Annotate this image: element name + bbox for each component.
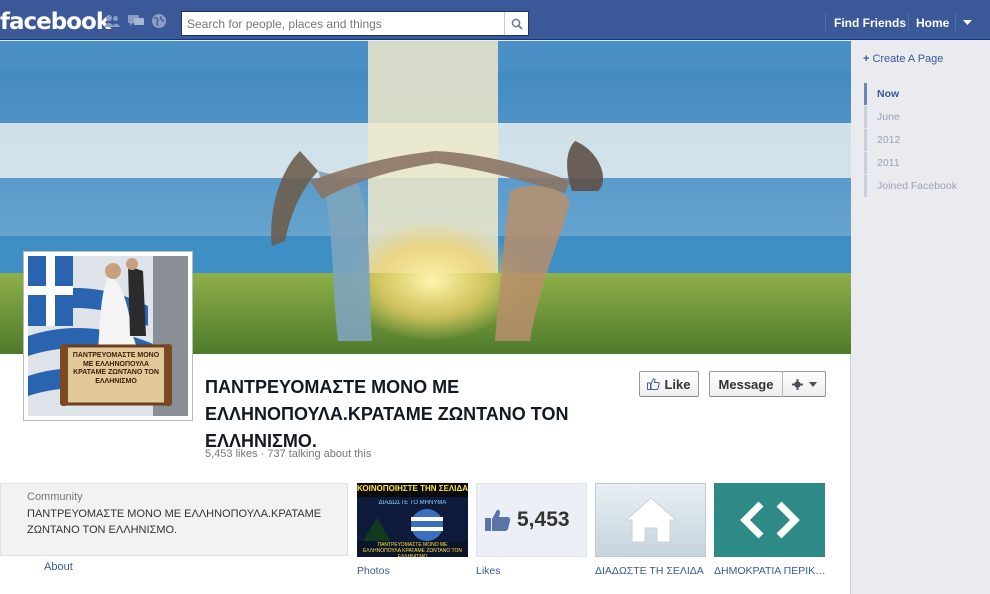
about-box: Community ΠΑΝΤΡΕΥΟΜΑΣΤΕ ΜΟΝΟ ΜΕ ΕΛΛΗΝΟΠΟ… (0, 483, 348, 556)
about-link[interactable]: About (44, 561, 73, 573)
nav-divider (825, 13, 826, 31)
photos-caption-text: ΠΑΝΤΡΕΥΟΜΑΣΤΕ ΜΟΝΟ ΜΕ ΕΛΛΗΝΟΠΟΥΛΑ ΚΡΑΤΑΜ… (362, 542, 463, 557)
home-icon (624, 497, 678, 543)
page-stats: 5,453 likes · 737 talking about this (205, 448, 372, 460)
facebook-logo[interactable]: facebook (0, 9, 111, 35)
top-bar: facebook Find Friends Home (0, 0, 990, 40)
search-input[interactable] (182, 12, 504, 35)
friend-requests-icon[interactable] (103, 14, 121, 28)
nav-divider (955, 13, 956, 31)
likes-tile[interactable]: 5,453 (476, 483, 587, 557)
share-page-app-label[interactable]: ΔΙΑΔΩΣΤΕ ΤΗ ΣΕΛΙΔΑ (595, 565, 704, 577)
message-button-label: Message (718, 376, 774, 392)
search-icon (511, 18, 523, 30)
gear-icon (791, 378, 803, 390)
likes-count: 5,453 (517, 508, 570, 531)
notifications-globe-icon[interactable] (151, 13, 167, 29)
settings-dropdown-button[interactable] (782, 371, 826, 397)
timeline-item-june[interactable]: June (864, 106, 984, 128)
search-button[interactable] (504, 12, 528, 35)
timeline-item-now[interactable]: Now (864, 83, 984, 105)
share-page-app-tile[interactable] (595, 483, 706, 557)
likes-label[interactable]: Likes (476, 565, 501, 577)
democracy-app-tile[interactable] (714, 483, 825, 557)
chevron-down-icon (808, 381, 817, 387)
profile-picture: ΠΑΝΤΡΕΥΟΜΑΣΤΕ ΜΟΝΟ ΜΕ ΕΛΛΗΝΟΠΟΥΛΑ ΚΡΑΤΑΜ… (28, 256, 188, 416)
home-link[interactable]: Home (916, 16, 949, 30)
page-title: ΠΑΝΤΡΕΥΟΜΑΣΤΕ ΜΟΝΟ ΜΕ ΕΛΛΗΝΟΠΟΥΛΑ.ΚΡΑΤΑΜ… (205, 377, 569, 451)
page-description: ΠΑΝΤΡΕΥΟΜΑΣΤΕ ΜΟΝΟ ΜΕ ΕΛΛΗΝΟΠΟΥΛΑ.ΚΡΑΤΑΜ… (27, 508, 322, 536)
timeline-item-2011[interactable]: 2011 (864, 152, 984, 174)
timeline-item-2012[interactable]: 2012 (864, 129, 984, 151)
democracy-app-label[interactable]: ΔΗΜΟΚΡΑΤΙΑ ΠΕΡΙΚ… (714, 565, 826, 577)
like-button-label: Like (664, 376, 691, 392)
timeline-item-joined[interactable]: Joined Facebook (864, 175, 984, 197)
page-main: ΠΑΝΤΡΕΥΟΜΑΣΤΕ ΜΟΝΟ ΜΕ ΕΛΛΗΝΟΠΟΥΛΑ ΚΡΑΤΑΜ… (0, 41, 851, 594)
messages-icon[interactable] (127, 14, 145, 28)
timeline-sidebar: + Create A Page Now June 2012 2011 Joined… (852, 41, 990, 594)
message-button[interactable]: Message (709, 371, 783, 397)
like-button[interactable]: Like (639, 371, 699, 397)
photos-sub-text: ΔΙΑΔΩΣΤΕ ΤΟ ΜΗΝΥΜΑ (378, 500, 447, 506)
photos-banner-text: ΚΟΙΝΟΠΟΙΗΣΤΕ ΤΗΝ ΣΕΛΙΔΑ (357, 484, 468, 493)
code-brackets-icon (740, 501, 800, 539)
create-page-link[interactable]: + Create A Page (863, 53, 943, 65)
profile-picture-frame[interactable]: ΠΑΝΤΡΕΥΟΜΑΣΤΕ ΜΟΝΟ ΜΕ ΕΛΛΗΝΟΠΟΥΛΑ ΚΡΑΤΑΜ… (23, 251, 193, 421)
profile-scroll-text: ΠΑΝΤΡΕΥΟΜΑΣΤΕ ΜΟΝΟ ΜΕ ΕΛΛΗΝΟΠΟΥΛΑ ΚΡΑΤΑΜ… (72, 352, 160, 385)
nav-divider (908, 13, 909, 31)
plus-icon: + (863, 53, 870, 65)
photos-tile[interactable]: ΚΟΙΝΟΠΟΙΗΣΤΕ ΤΗΝ ΣΕΛΙΔΑ ΔΙΑΔΩΣΤΕ ΤΟ ΜΗΝΥ… (357, 483, 468, 557)
search-box (181, 11, 529, 36)
like-thumb-icon (485, 509, 511, 531)
photos-label[interactable]: Photos (357, 565, 390, 577)
like-thumb-icon (647, 378, 661, 390)
profile-image (28, 256, 188, 416)
find-friends-link[interactable]: Find Friends (834, 16, 906, 30)
page-category: Community (27, 491, 83, 503)
dropdown-arrow-icon[interactable] (963, 20, 972, 26)
create-page-label: Create A Page (872, 53, 944, 65)
